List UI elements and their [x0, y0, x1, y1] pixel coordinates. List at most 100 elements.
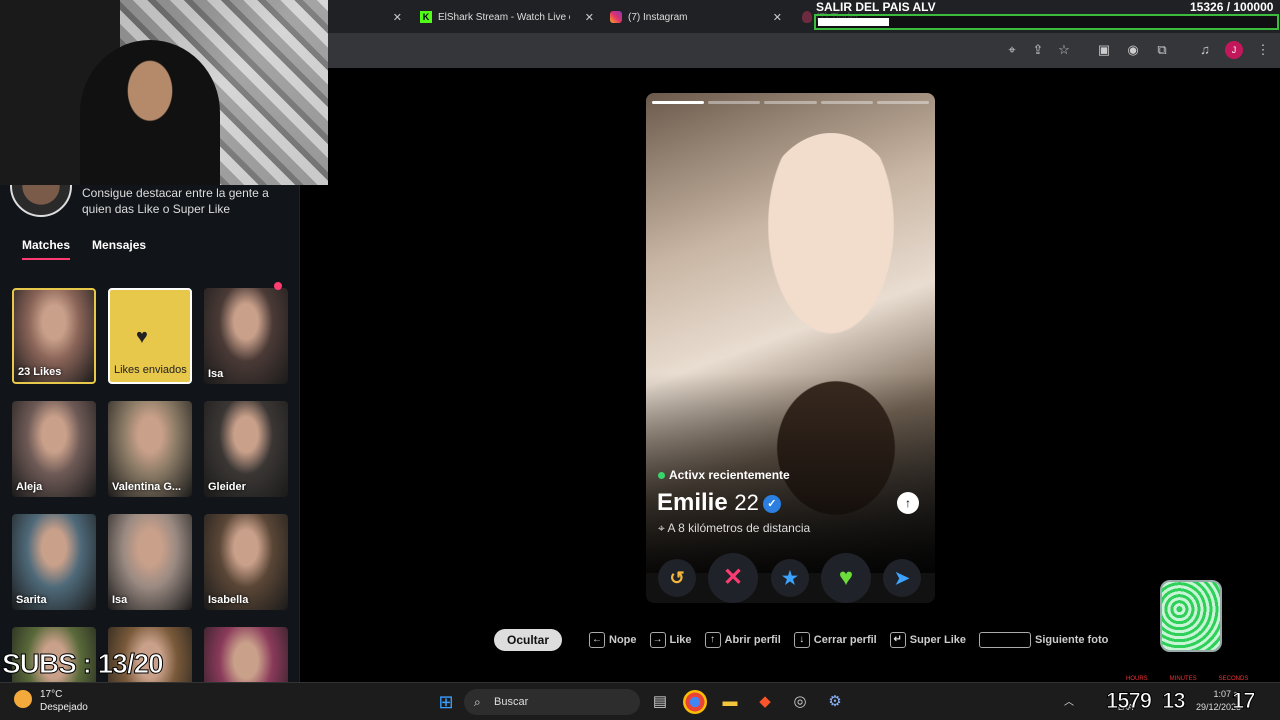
keyboard-hint: Siguiente foto [979, 632, 1108, 648]
profile-card[interactable]: Activx recientemente Emilie 22 ✓ ⌖ A 8 ki… [646, 93, 935, 603]
profile-avatar[interactable]: J [1225, 41, 1243, 59]
photo-progress-segment [708, 101, 761, 104]
close-tab-icon[interactable]: ✕ [585, 11, 594, 24]
super-like-button[interactable]: ★ [771, 559, 809, 597]
likes-card[interactable]: 23 Likes [12, 288, 96, 384]
avatar [10, 185, 72, 217]
weather-widget[interactable]: 17°C Despejado [14, 688, 88, 714]
install-icon[interactable]: ⇪ [1029, 41, 1047, 59]
key-icon: ↑ [704, 632, 721, 648]
location-icon[interactable]: ⌖ [1003, 41, 1021, 59]
task-view-icon[interactable]: ▤ [648, 690, 672, 714]
match-name: Isa [112, 594, 128, 606]
match-card[interactable]: Isa [204, 288, 288, 384]
active-text: Activx recientemente [669, 468, 790, 482]
weather-sun-icon [14, 690, 32, 708]
boost-button[interactable]: ➤ [883, 559, 921, 597]
tray-chevron-icon[interactable]: ︿ [1064, 693, 1074, 708]
tip-jar-icon [1160, 580, 1222, 652]
tab-matches[interactable]: Matches [22, 238, 71, 260]
tab-label: ElShark Stream - Watch Live on [438, 11, 570, 23]
extension-icon[interactable]: ◉ [1124, 41, 1142, 59]
x-icon: ✕ [722, 564, 744, 591]
keyboard-hint: → Like [649, 632, 692, 648]
extension-icon[interactable]: ▣ [1095, 41, 1113, 59]
like-button[interactable]: ♥ [821, 553, 871, 603]
search-label: Buscar [494, 696, 529, 708]
hint-label: Nope [609, 634, 637, 646]
keyboard-hint: ↵ Super Like [889, 632, 966, 648]
keyboard-hint: ↓ Cerrar perfil [793, 632, 877, 648]
menu-icon[interactable]: ⋮ [1254, 41, 1272, 59]
photo-progress [652, 101, 930, 104]
streamer [80, 40, 220, 185]
subs-counter: SUBS : 13/20 [2, 648, 165, 680]
hint-label: Siguiente foto [1035, 634, 1109, 646]
match-name: 23 Likes [18, 366, 62, 378]
heart-icon: ♥ [136, 326, 148, 348]
hint-label: Abrir perfil [724, 634, 781, 646]
match-name: Gleider [208, 481, 246, 493]
timer-value: 13 [1162, 688, 1187, 714]
key-icon: ↓ [793, 632, 810, 648]
match-card[interactable] [204, 627, 288, 682]
rewind-button[interactable]: ↺ [658, 559, 696, 597]
keyboard-hint: ← Nope [589, 632, 637, 648]
hide-hints-button[interactable]: Ocultar [494, 629, 563, 651]
windows-taskbar: 17°C Despejado ⊞ ⌕ Buscar ▤ ▬ ◆ ◎ ⚙ ︿ LAA… [0, 682, 1280, 720]
new-match-dot [274, 282, 282, 290]
profile-name-row: Emilie 22 ✓ [657, 489, 781, 517]
match-card[interactable]: Valentina G... [108, 401, 192, 497]
close-tab-icon[interactable]: ✕ [773, 11, 782, 24]
screen: ✕ K ElShark Stream - Watch Live on ✕ (7)… [0, 0, 1280, 720]
tab-instagram[interactable]: (7) Instagram ✕ [610, 4, 782, 30]
taskbar-search[interactable]: ⌕ Buscar [464, 689, 640, 715]
hint-label: Super Like [909, 634, 966, 646]
match-name: Valentina G... [112, 481, 182, 493]
match-name: Sarita [16, 594, 47, 606]
tab-messages[interactable]: Mensajes [92, 238, 146, 260]
tinder-sidebar: Consigue destacar entre la gente a quien… [0, 185, 300, 682]
sidebar-tabs: Matches Mensajes [22, 238, 146, 260]
bookmark-star-icon[interactable]: ☆ [1055, 41, 1073, 59]
windows-start-icon[interactable]: ⊞ [434, 690, 458, 714]
obs-icon[interactable]: ◎ [788, 690, 812, 714]
match-card[interactable]: Aleja [12, 401, 96, 497]
photo-progress-segment [820, 101, 873, 104]
photo-progress-segment [876, 101, 930, 104]
verified-icon: ✓ [762, 494, 781, 513]
steam-icon[interactable]: ⚙ [823, 690, 847, 714]
hint-label: Like [669, 634, 692, 646]
match-card[interactable]: Isabella [204, 514, 288, 610]
extensions-puzzle-icon[interactable]: ⧉ [1153, 41, 1171, 59]
file-explorer-icon[interactable]: ▬ [718, 690, 742, 714]
media-controls-icon[interactable]: ♫ [1196, 41, 1214, 59]
likes-sent-card[interactable]: ♥ Likes enviados [108, 288, 192, 384]
match-card[interactable]: Gleider [204, 401, 288, 497]
tab-partial[interactable]: ✕ [330, 4, 402, 30]
photo-progress-segment [764, 101, 817, 104]
nope-button[interactable]: ✕ [708, 553, 758, 603]
profile-name: Emilie [657, 489, 728, 516]
photo-subject [751, 133, 911, 363]
active-status: Activx recientemente [658, 468, 790, 482]
tab-label: (7) Instagram [628, 11, 688, 23]
key-icon [979, 632, 1031, 648]
instagram-icon [610, 11, 622, 23]
close-tab-icon[interactable]: ✕ [393, 11, 402, 24]
search-icon: ⌕ [474, 695, 481, 709]
match-card[interactable]: Sarita [12, 514, 96, 610]
promo-text: Consigue destacar entre la gente a quien… [82, 186, 269, 216]
timer-value: 1579 [1106, 688, 1153, 714]
open-profile-button[interactable]: ↑ [897, 492, 919, 514]
tab-kick[interactable]: K ElShark Stream - Watch Live on ✕ [420, 4, 594, 30]
star-icon: ★ [781, 568, 799, 588]
match-name: Isa [208, 368, 224, 380]
distance-text: A 8 kilómetros de distancia [667, 521, 811, 535]
key-icon: ↵ [889, 632, 906, 648]
tinder-icon [802, 11, 812, 23]
match-card[interactable]: Isa [108, 514, 192, 610]
chrome-icon[interactable] [683, 690, 707, 714]
brave-icon[interactable]: ◆ [753, 690, 777, 714]
online-dot [658, 471, 665, 479]
